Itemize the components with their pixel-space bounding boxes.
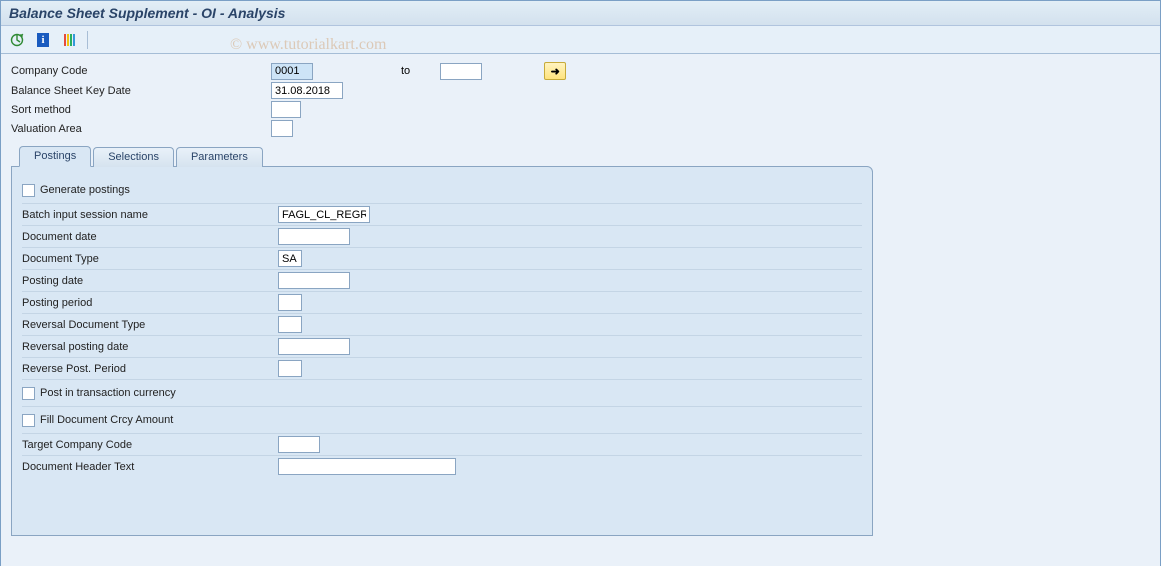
arrow-right-icon: ➜ bbox=[551, 65, 560, 78]
posting-period-input[interactable] bbox=[278, 294, 302, 311]
execute-button[interactable] bbox=[7, 31, 27, 49]
program-doc-button[interactable]: i bbox=[33, 31, 53, 49]
info-icon: i bbox=[37, 33, 49, 47]
key-date-input[interactable] bbox=[271, 82, 343, 99]
valuation-area-input[interactable] bbox=[271, 120, 293, 137]
posting-date-input[interactable] bbox=[278, 272, 350, 289]
toolbar-separator bbox=[87, 31, 88, 49]
generate-postings-label: Generate postings bbox=[40, 182, 130, 198]
rev-doc-type-label: Reversal Document Type bbox=[22, 317, 278, 333]
page-title: Balance Sheet Supplement - OI - Analysis bbox=[9, 5, 285, 21]
key-date-label: Balance Sheet Key Date bbox=[11, 83, 271, 99]
post-tx-currency-checkbox[interactable] bbox=[22, 387, 35, 400]
tab-postings[interactable]: Postings bbox=[19, 146, 91, 167]
header-text-input[interactable] bbox=[278, 458, 456, 475]
target-cc-label: Target Company Code bbox=[22, 437, 278, 453]
tab-selections[interactable]: Selections bbox=[93, 147, 174, 167]
posting-date-label: Posting date bbox=[22, 273, 278, 289]
tab-parameters[interactable]: Parameters bbox=[176, 147, 263, 167]
rev-doc-type-input[interactable] bbox=[278, 316, 302, 333]
generate-postings-checkbox[interactable] bbox=[22, 184, 35, 197]
company-code-to-label: to bbox=[331, 65, 440, 77]
post-tx-currency-label: Post in transaction currency bbox=[40, 385, 176, 401]
multiple-selection-button[interactable]: ➜ bbox=[544, 62, 566, 80]
rev-posting-date-input[interactable] bbox=[278, 338, 350, 355]
title-bar: Balance Sheet Supplement - OI - Analysis bbox=[1, 1, 1160, 26]
document-type-label: Document Type bbox=[22, 251, 278, 267]
company-code-label: Company Code bbox=[11, 63, 271, 79]
rev-posting-date-label: Reversal posting date bbox=[22, 339, 278, 355]
rev-post-period-label: Reverse Post. Period bbox=[22, 361, 278, 377]
sort-method-label: Sort method bbox=[11, 102, 271, 118]
company-code-from-input[interactable] bbox=[271, 63, 313, 80]
tab-bar: Postings Selections Parameters bbox=[19, 145, 1150, 166]
target-cc-input[interactable] bbox=[278, 436, 320, 453]
fill-doc-crcy-checkbox[interactable] bbox=[22, 414, 35, 427]
document-date-label: Document date bbox=[22, 229, 278, 245]
valuation-area-label: Valuation Area bbox=[11, 121, 271, 137]
fill-doc-crcy-label: Fill Document Crcy Amount bbox=[40, 412, 173, 428]
execute-icon bbox=[10, 33, 24, 47]
document-type-input[interactable] bbox=[278, 250, 302, 267]
selection-options-button[interactable] bbox=[59, 31, 79, 49]
sort-method-input[interactable] bbox=[271, 101, 301, 118]
tab-panel-postings: Generate postings Batch input session na… bbox=[11, 166, 873, 536]
company-code-to-input[interactable] bbox=[440, 63, 482, 80]
batch-session-label: Batch input session name bbox=[22, 207, 278, 223]
document-date-input[interactable] bbox=[278, 228, 350, 245]
posting-period-label: Posting period bbox=[22, 295, 278, 311]
stripe-icon bbox=[64, 34, 75, 46]
application-toolbar: i bbox=[1, 26, 1160, 54]
batch-session-input[interactable] bbox=[278, 206, 370, 223]
header-text-label: Document Header Text bbox=[22, 459, 278, 475]
rev-post-period-input[interactable] bbox=[278, 360, 302, 377]
